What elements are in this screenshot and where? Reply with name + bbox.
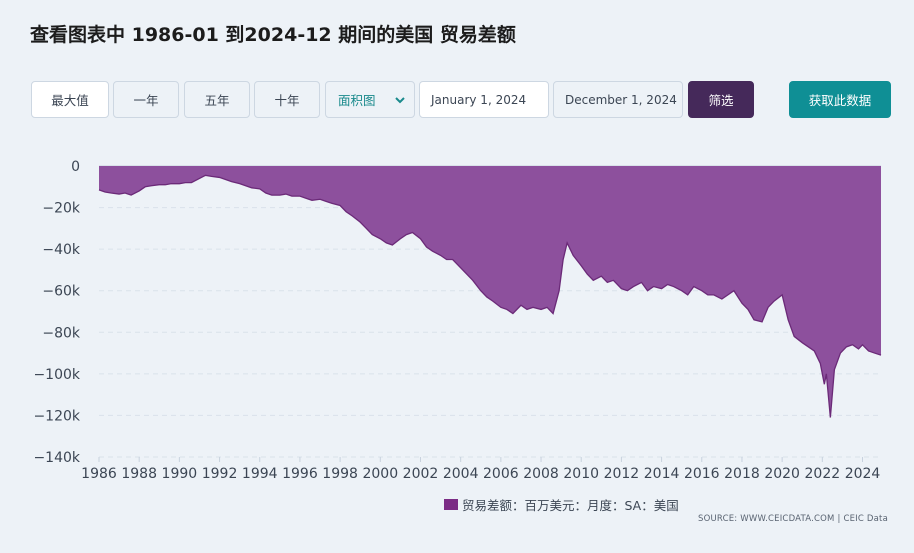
area-chart: 0 −20k −40k −60k −80k −100k −120k −140k 1986 198…	[33, 159, 882, 482]
y-tick-label: −100k	[33, 367, 80, 383]
x-tick-label: 2000	[362, 466, 398, 482]
x-tick-label: 1994	[242, 466, 278, 482]
x-tick-label: 2022	[805, 466, 841, 482]
legend-swatch	[444, 499, 458, 510]
x-tick-label: 1986	[81, 466, 117, 482]
y-tick-label: −140k	[33, 450, 80, 466]
source-note: SOURCE: WWW.CEICDATA.COM | CEIC Data	[698, 514, 888, 524]
y-tick-label: 0	[71, 159, 80, 175]
y-tick-label: −120k	[33, 408, 80, 424]
x-tick-label: 1998	[322, 466, 358, 482]
x-tick-label: 1996	[282, 466, 318, 482]
y-tick-label: −40k	[42, 242, 81, 258]
y-axis: 0 −20k −40k −60k −80k −100k −120k −140k	[33, 159, 80, 466]
x-tick-label: 1988	[121, 466, 157, 482]
x-tick-label: 2008	[523, 466, 559, 482]
y-tick-label: −60k	[42, 284, 81, 300]
x-tick-label: 2014	[644, 466, 680, 482]
x-axis: 1986 1988 1990 1992 1994 1996 1998 2000 2002 2004…	[81, 457, 880, 482]
legend-label: 贸易差额：百万美元：月度：SA：美国	[462, 498, 679, 513]
y-tick-label: −80k	[42, 325, 81, 341]
legend[interactable]: 贸易差额：百万美元：月度：SA：美国	[444, 495, 679, 514]
y-tick-label: −20k	[42, 201, 81, 217]
x-tick-label: 2004	[443, 466, 479, 482]
x-tick-label: 2016	[684, 466, 720, 482]
x-tick-label: 2006	[483, 466, 519, 482]
area-layer	[98, 166, 882, 418]
x-tick-label: 2020	[764, 466, 800, 482]
x-tick-label: 2018	[724, 466, 760, 482]
x-tick-label: 2002	[403, 466, 439, 482]
x-tick-label: 2010	[563, 466, 599, 482]
x-tick-label: 2024	[845, 466, 881, 482]
x-tick-label: 2012	[604, 466, 640, 482]
trade-balance-area	[99, 166, 881, 418]
x-tick-label: 1992	[202, 466, 238, 482]
x-tick-label: 1990	[162, 466, 198, 482]
